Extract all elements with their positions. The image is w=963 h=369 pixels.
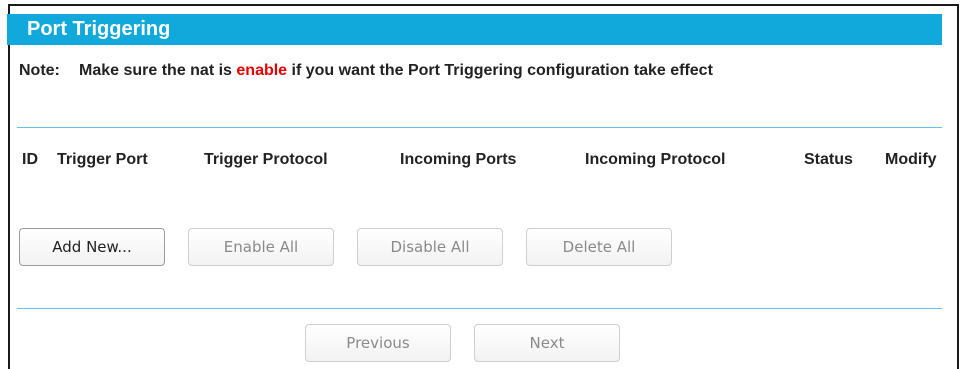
divider-bottom bbox=[17, 308, 942, 309]
col-header-id: ID bbox=[22, 151, 38, 168]
delete-all-button[interactable]: Delete All bbox=[526, 228, 672, 266]
note: Note: Make sure the nat is enable if you … bbox=[19, 62, 713, 80]
note-text-after: if you want the Port Triggering configur… bbox=[287, 62, 713, 79]
enable-all-button[interactable]: Enable All bbox=[188, 228, 334, 266]
col-header-trigger-port: Trigger Port bbox=[57, 151, 148, 168]
next-button[interactable]: Next bbox=[474, 324, 620, 362]
note-enable-word: enable bbox=[236, 62, 288, 79]
col-header-incoming-ports: Incoming Ports bbox=[400, 151, 517, 168]
page-frame bbox=[8, 4, 959, 369]
add-new-button[interactable]: Add New... bbox=[19, 228, 165, 266]
col-header-status: Status bbox=[804, 151, 853, 168]
previous-button[interactable]: Previous bbox=[305, 324, 451, 362]
divider-top bbox=[17, 127, 942, 128]
disable-all-button[interactable]: Disable All bbox=[357, 228, 503, 266]
col-header-trigger-protocol: Trigger Protocol bbox=[204, 151, 328, 168]
page-title: Port Triggering bbox=[7, 14, 942, 45]
note-text-before: Make sure the nat is bbox=[79, 62, 237, 79]
col-header-modify: Modify bbox=[885, 151, 937, 168]
note-label: Note: bbox=[19, 62, 60, 79]
col-header-incoming-protocol: Incoming Protocol bbox=[585, 151, 726, 168]
